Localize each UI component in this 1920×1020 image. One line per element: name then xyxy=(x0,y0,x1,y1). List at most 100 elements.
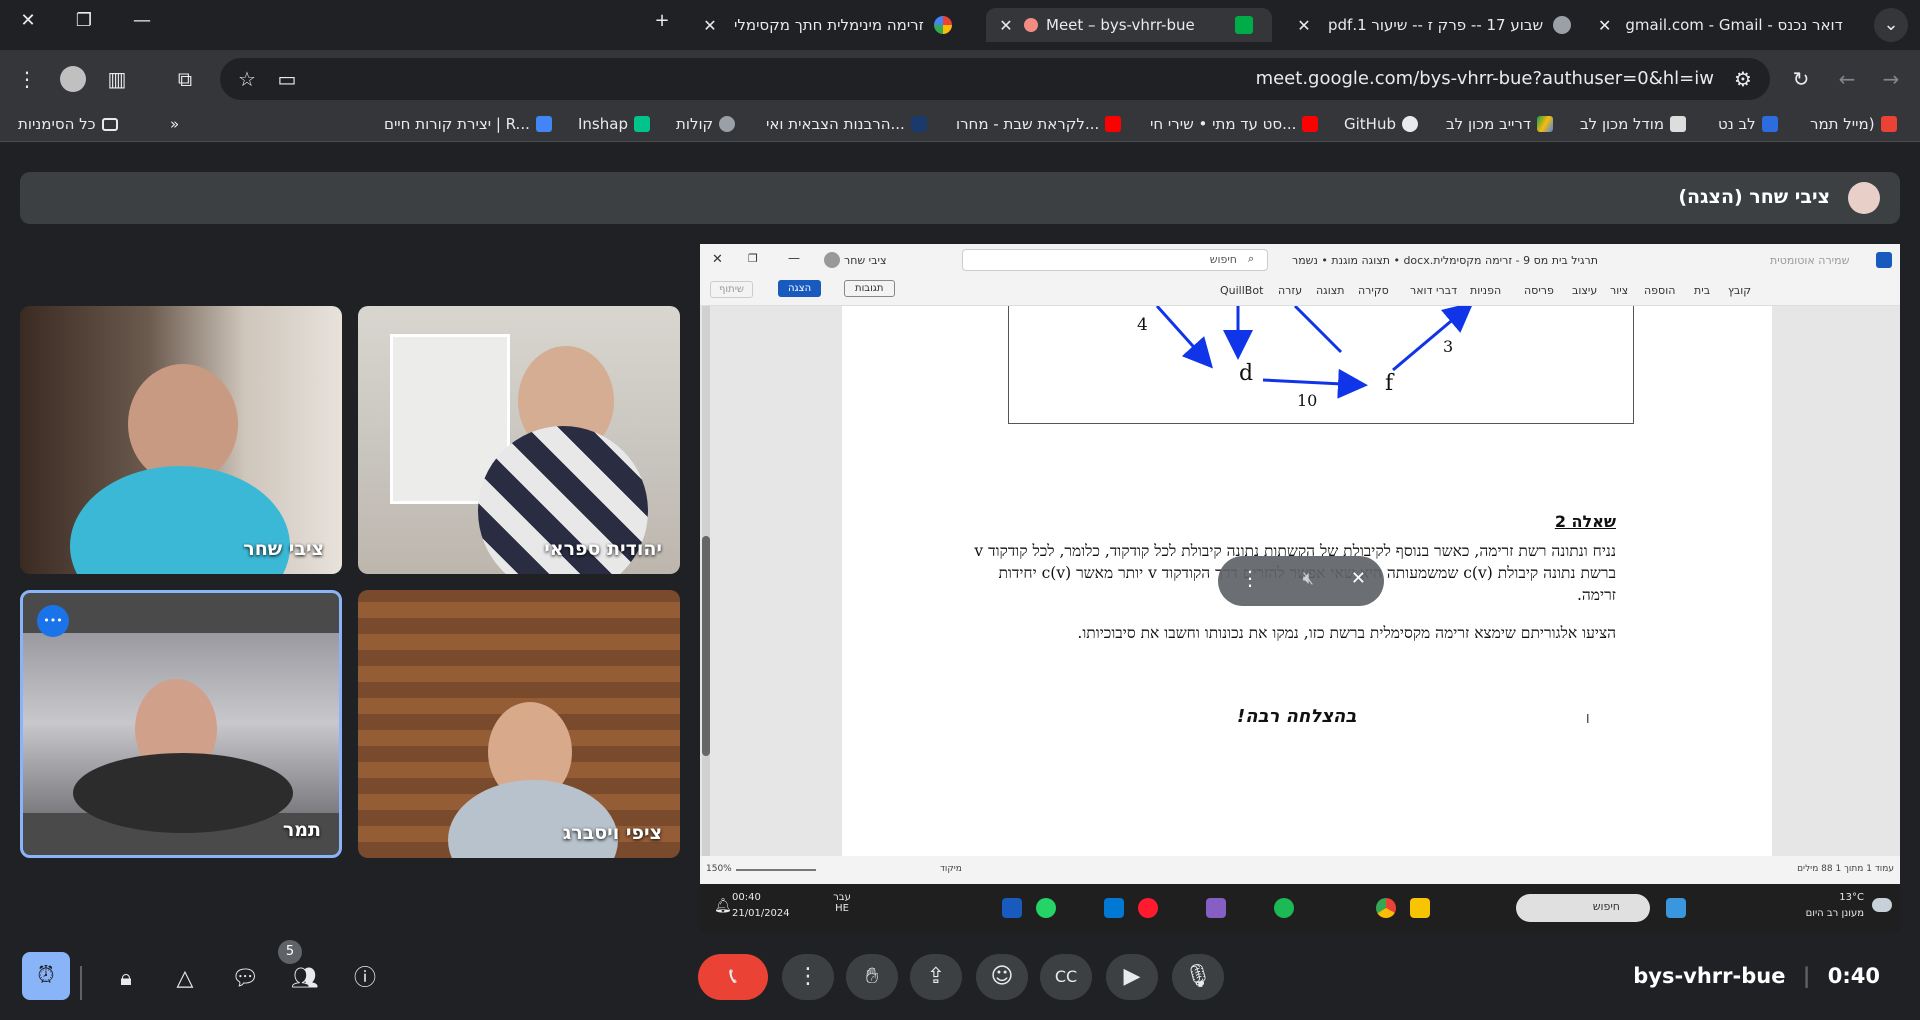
tab-meet[interactable]: ✕ Meet – bys-vhrr-bue xyxy=(986,8,1272,42)
unpin-icon[interactable]: ✕ xyxy=(1351,568,1366,589)
word-search-input[interactable]: חיפוש xyxy=(962,249,1268,271)
ribbon-tab-quillbot[interactable]: QuillBot xyxy=(1220,284,1263,297)
participant-tile[interactable]: ציפי ויסברג xyxy=(358,590,680,858)
ribbon-tab-mailings[interactable]: דברי דואר xyxy=(1410,284,1457,297)
close-tab-icon[interactable]: ✕ xyxy=(1598,16,1611,35)
more-vert-icon[interactable]: ⋮ xyxy=(1240,566,1260,590)
windows-taskbar: 🔔︎ 00:40 21/01/2024 עבר HE חיפוש 13°C מע… xyxy=(700,884,1900,932)
microphone-button[interactable]: 🎙︎ xyxy=(1172,954,1224,1000)
tab-search-icon[interactable]: ⌄ xyxy=(1874,8,1908,42)
bookmark-moodle[interactable]: מודל מכון לב xyxy=(1580,115,1687,133)
raise-hand-button[interactable]: ✋︎ xyxy=(846,954,898,1000)
camera-button[interactable]: ▶ xyxy=(1106,954,1158,1000)
language-indicator[interactable]: עבר HE xyxy=(830,892,854,914)
profile-avatar[interactable] xyxy=(60,66,86,92)
ribbon-tab-references[interactable]: הפניות xyxy=(1470,284,1501,297)
document-area: 4 d 10 f 3 שאלה 2 נניח ונתונה רשת זרימה,… xyxy=(700,302,1900,866)
autosave-label: שמירה אוטומטית xyxy=(1770,254,1850,267)
ribbon-tab-review[interactable]: סקירה xyxy=(1358,284,1389,297)
leave-call-button[interactable]: 📞︎ xyxy=(698,954,768,1000)
opera-icon[interactable] xyxy=(1138,898,1158,918)
github-icon xyxy=(1401,116,1418,132)
zoom-slider[interactable] xyxy=(736,869,816,871)
restore-window-icon[interactable]: ❐ xyxy=(748,252,758,265)
bookmark-rabanut[interactable]: הרבנות הצבאית ואי... xyxy=(766,115,927,133)
reactions-button[interactable]: ☺ xyxy=(976,954,1028,1000)
tab-gmail[interactable]: ✕ דואר נכנס - gmail.com - Gmail xyxy=(1588,8,1858,42)
participant-tile[interactable]: ••• תמר xyxy=(20,590,342,858)
comments-button[interactable]: תגובות xyxy=(844,280,895,297)
bookmark-mail[interactable]: מייל תמר) xyxy=(1810,115,1897,133)
tab-pdf[interactable]: ✕ שבוע 17 -- פרק ז -- שיעור 1.pdf xyxy=(1284,8,1584,42)
start-icon[interactable] xyxy=(1666,898,1686,918)
extensions-icon[interactable]: ⧉ xyxy=(172,66,198,92)
present-screen-button[interactable]: ⇪ xyxy=(910,954,962,1000)
close-tab-icon[interactable]: ✕ xyxy=(996,16,1016,35)
minimize-window-button[interactable]: — xyxy=(122,10,162,31)
whatsapp-icon[interactable] xyxy=(1036,898,1056,918)
address-bar[interactable]: ☆ ▭ meet.google.com/bys-vhrr-bue?authuse… xyxy=(220,58,1770,100)
back-icon[interactable]: ← xyxy=(1834,66,1860,92)
reload-icon[interactable]: ↻ xyxy=(1788,66,1814,92)
menu-icon[interactable]: ⋮ xyxy=(14,66,40,92)
host-controls-icon[interactable]: ⏰︎ xyxy=(22,952,70,1000)
bookmark-cv[interactable]: יצירת קורות חיים | R... xyxy=(384,115,552,133)
taskbar-search-input[interactable]: חיפוש xyxy=(1516,894,1650,922)
ribbon-tab-draw[interactable]: ציור xyxy=(1610,284,1628,297)
focus-mode[interactable]: מיקוד xyxy=(940,864,962,874)
info-icon[interactable]: ⓘ xyxy=(348,962,382,996)
cast-icon[interactable]: ▭ xyxy=(274,66,300,92)
folder-icon[interactable] xyxy=(1410,898,1430,918)
ribbon-tab-layout[interactable]: פריסה xyxy=(1524,284,1554,297)
ribbon-tab-file[interactable]: קובץ xyxy=(1728,284,1751,297)
zoom-level[interactable]: 150% xyxy=(706,864,732,874)
more-options-icon[interactable]: ••• xyxy=(37,605,69,637)
bookmark-kolot[interactable]: קולות xyxy=(676,115,736,133)
more-options-button[interactable]: ⋮ xyxy=(782,954,834,1000)
bookmark-songs[interactable]: סט עד מתי • שירי חי... xyxy=(1150,115,1319,133)
browser-tab-bar: ✕ ❐ — + ✕ זרימה מינימלית חתך מקסימלי ✕ M… xyxy=(0,0,1920,50)
ribbon-tab-view[interactable]: תצוגה xyxy=(1316,284,1344,297)
bookmark-inshap[interactable]: Inshap xyxy=(578,115,650,133)
ribbon-tab-home[interactable]: בית xyxy=(1694,284,1710,297)
present-button[interactable]: הצגה xyxy=(778,280,822,297)
vertical-scrollbar[interactable] xyxy=(702,306,710,856)
bookmark-github[interactable]: GitHub xyxy=(1344,115,1418,133)
close-window-icon[interactable]: ✕ xyxy=(712,252,723,267)
participant-tile[interactable]: ציבי שחר xyxy=(20,306,342,574)
minimize-window-icon[interactable]: — xyxy=(788,251,800,265)
meeting-info: bys-vhrr-bue | 0:40 xyxy=(1633,964,1880,988)
mute-icon[interactable]: 🔇︎ xyxy=(1303,568,1314,589)
close-window-button[interactable]: ✕ xyxy=(8,10,48,31)
new-tab-button[interactable]: + xyxy=(642,10,682,31)
lock-icon[interactable]: 🔒︎ xyxy=(109,962,143,996)
ribbon-tab-design[interactable]: עיצוב xyxy=(1572,284,1597,297)
ribbon-tab-insert[interactable]: הוספה xyxy=(1644,284,1675,297)
chat-icon[interactable]: 💬︎ xyxy=(228,962,262,996)
spotify-icon[interactable] xyxy=(1274,898,1294,918)
bookmark-more[interactable]: » xyxy=(170,115,179,133)
bookmark-all[interactable]: כל הסימניות xyxy=(18,115,118,133)
notification-bell-icon[interactable]: 🔔︎ xyxy=(714,898,732,914)
activities-icon[interactable]: △ xyxy=(168,962,202,996)
chrome-icon[interactable] xyxy=(1376,898,1396,918)
bookmark-drive[interactable]: דרייב מכון לב xyxy=(1446,115,1554,133)
close-tab-icon[interactable]: ✕ xyxy=(700,16,720,35)
restore-window-button[interactable]: ❐ xyxy=(64,10,104,31)
ribbon-tab-help[interactable]: עזרה xyxy=(1278,284,1302,297)
word-icon[interactable] xyxy=(1002,898,1022,918)
share-button[interactable]: שיתוף xyxy=(710,281,754,298)
bookmark-star-icon[interactable]: ☆ xyxy=(234,66,260,92)
people-icon[interactable]: 👥︎ xyxy=(288,962,322,996)
bookmark-shabbat[interactable]: לקראת שבת - מחרו... xyxy=(956,115,1122,133)
outlook-icon[interactable] xyxy=(1104,898,1124,918)
captions-button[interactable]: CC xyxy=(1040,954,1092,1000)
site-settings-icon[interactable]: ⚙ xyxy=(1730,66,1756,92)
forward-icon[interactable]: → xyxy=(1878,66,1904,92)
tab-minflow[interactable]: ✕ זרימה מינימלית חתך מקסימלי xyxy=(690,8,982,42)
bookmark-levnet[interactable]: לב נט xyxy=(1718,115,1778,133)
participant-tile[interactable]: יהודית ספראי xyxy=(358,306,680,574)
close-tab-icon[interactable]: ✕ xyxy=(1294,16,1314,35)
vs-icon[interactable] xyxy=(1206,898,1226,918)
side-panel-icon[interactable]: ▥ xyxy=(104,66,130,92)
